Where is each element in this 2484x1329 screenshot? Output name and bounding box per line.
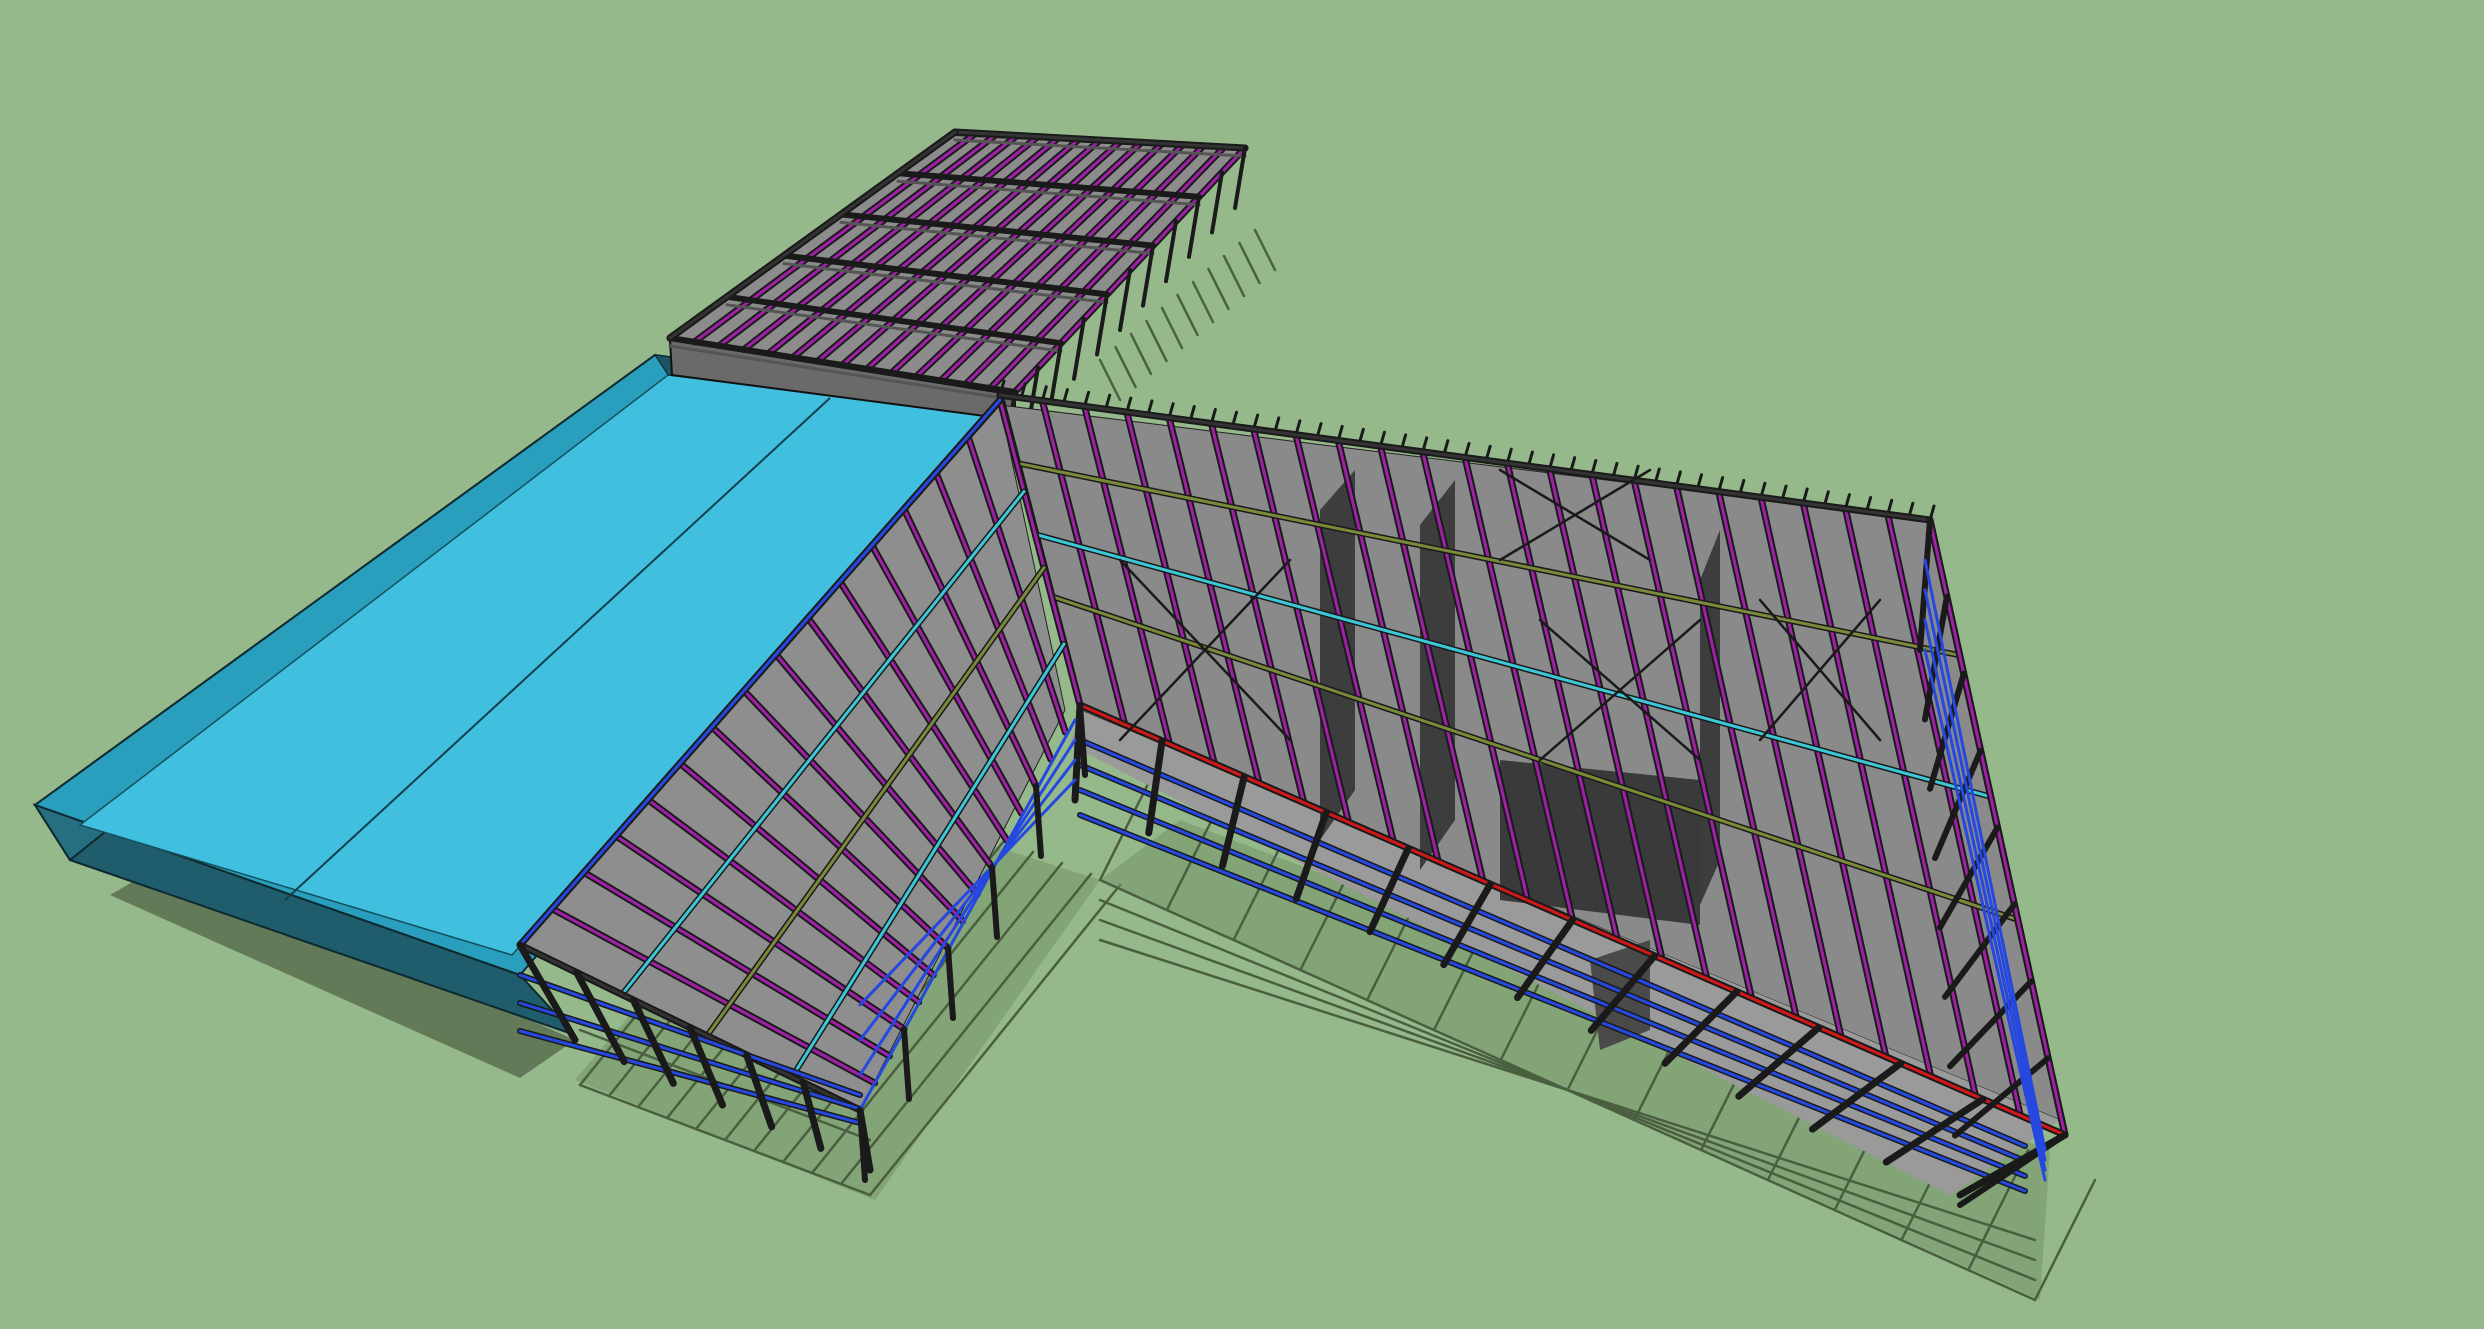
shadow-line	[1129, 332, 1153, 376]
shadow-line	[1114, 345, 1137, 389]
shadow-line	[1160, 306, 1184, 350]
model-viewport[interactable]	[0, 0, 2484, 1329]
shadow-line	[1238, 241, 1261, 285]
shadow-line	[1207, 267, 1230, 311]
shadow-line	[1253, 228, 1277, 272]
main-frame[interactable]	[996, 379, 2069, 1208]
shadow-line	[1191, 280, 1215, 324]
steel-frame-3d-model	[32, 128, 2097, 1302]
shadow-line	[1222, 254, 1246, 298]
shadow-line	[1176, 293, 1199, 337]
shadow-line	[1145, 319, 1168, 363]
